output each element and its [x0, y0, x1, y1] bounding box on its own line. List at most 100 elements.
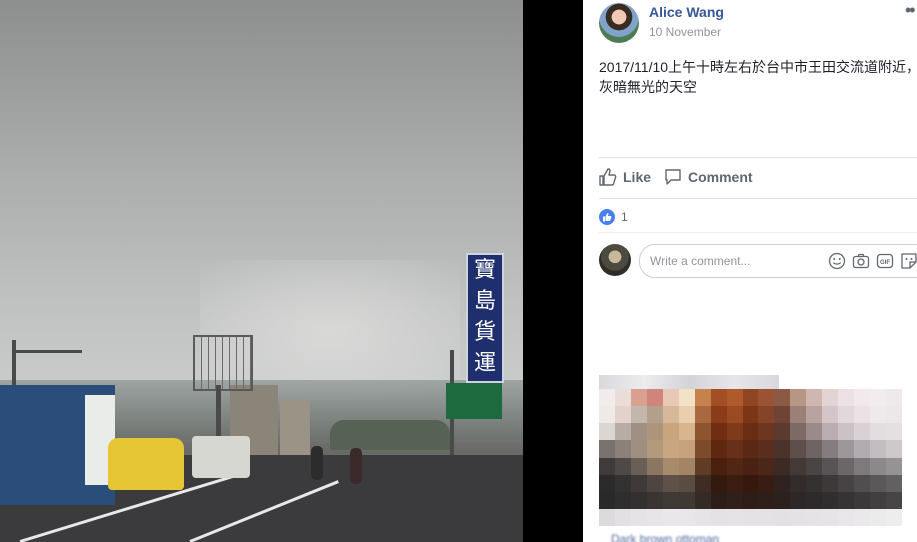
- more-dots-icon[interactable]: ••: [905, 0, 916, 21]
- mosaic-cell: [870, 423, 887, 441]
- mosaic-cell: [646, 457, 663, 475]
- mosaic-cell: [599, 389, 615, 407]
- mosaic-cell: [694, 457, 711, 475]
- mosaic-cell: [838, 440, 855, 458]
- mosaic-cell: [630, 508, 647, 526]
- mosaic-cell: [599, 508, 615, 526]
- mosaic-cell: [678, 423, 695, 441]
- mosaic-cell: [742, 440, 759, 458]
- mosaic-cell: [678, 508, 695, 526]
- like-reaction-icon: [599, 209, 615, 225]
- camera-icon[interactable]: [852, 252, 870, 270]
- white-pickup: [192, 436, 250, 478]
- mosaic-cell: [630, 389, 647, 407]
- svg-text:GIF: GIF: [880, 260, 890, 266]
- mosaic-cell: [726, 508, 743, 526]
- traffic-light-arm: [12, 350, 82, 353]
- sign-char-2: 島: [473, 289, 496, 314]
- scooter-rider-2: [350, 448, 362, 484]
- mosaic-cell: [838, 457, 855, 475]
- mosaic-cell: [742, 457, 759, 475]
- mosaic-cell: [614, 423, 631, 441]
- yellow-taxi: [108, 438, 184, 490]
- mosaic-cell: [710, 423, 727, 441]
- mosaic-cell: [886, 508, 902, 526]
- mosaic-cell: [758, 491, 775, 509]
- mosaic-cell: [790, 508, 807, 526]
- post-text: 2017/11/10上午十時左右於台中市王田交流道附近， 灰暗無光的天空: [599, 59, 917, 95]
- mosaic-cell: [726, 423, 743, 441]
- mosaic-cell: [886, 440, 902, 458]
- sticker-icon[interactable]: [900, 252, 917, 270]
- post-photo[interactable]: 寶 島 貨 運: [0, 0, 523, 542]
- freight-company-sign: 寶 島 貨 運: [466, 253, 504, 383]
- emoji-icon[interactable]: [828, 252, 846, 270]
- mosaic-cell: [630, 491, 647, 509]
- mosaic-cell: [694, 406, 711, 424]
- author-name[interactable]: Alice Wang: [649, 4, 724, 20]
- mosaic-cell: [710, 457, 727, 475]
- mosaic-cell: [774, 423, 791, 441]
- author-avatar[interactable]: [599, 3, 639, 43]
- mosaic-cell: [678, 389, 695, 407]
- mosaic-cell: [758, 508, 775, 526]
- mosaic-cell: [822, 457, 839, 475]
- mosaic-cell: [599, 457, 615, 475]
- mosaic-cell: [662, 474, 679, 492]
- mosaic-cell: [710, 491, 727, 509]
- mosaic-cell: [742, 389, 759, 407]
- mosaic-cell: [774, 491, 791, 509]
- mosaic-cell: [870, 389, 887, 407]
- suggested-caption[interactable]: Dark brown ottoman: [611, 532, 719, 542]
- thumbs-up-icon: [599, 168, 617, 186]
- mosaic-cell: [646, 389, 663, 407]
- comment-label: Comment: [688, 169, 753, 185]
- mosaic-cell: [726, 474, 743, 492]
- mosaic-cell: [630, 457, 647, 475]
- like-button[interactable]: Like: [599, 168, 651, 186]
- reaction-summary[interactable]: 1: [599, 209, 628, 225]
- gif-icon[interactable]: GIF: [876, 252, 894, 270]
- suggested-image-pixelated[interactable]: [599, 389, 902, 526]
- mosaic-cell: [742, 406, 759, 424]
- mosaic-cell: [630, 440, 647, 458]
- sign-char-1: 寶: [473, 258, 496, 283]
- mosaic-cell: [726, 457, 743, 475]
- mosaic-cell: [710, 406, 727, 424]
- mosaic-cell: [694, 508, 711, 526]
- mosaic-cell: [630, 423, 647, 441]
- mosaic-cell: [710, 389, 727, 407]
- mosaic-cell: [870, 457, 887, 475]
- mosaic-cell: [742, 423, 759, 441]
- post-date[interactable]: 10 November: [649, 25, 721, 39]
- mosaic-cell: [806, 406, 823, 424]
- mosaic-cell: [886, 423, 902, 441]
- mosaic-cell: [870, 491, 887, 509]
- mosaic-cell: [774, 389, 791, 407]
- mosaic-cell: [854, 491, 871, 509]
- mosaic-cell: [694, 491, 711, 509]
- mosaic-cell: [822, 440, 839, 458]
- mosaic-cell: [599, 406, 615, 424]
- sign-char-3: 貨: [473, 320, 496, 345]
- comment-button[interactable]: Comment: [664, 168, 753, 186]
- mosaic-cell: [790, 491, 807, 509]
- comment-input[interactable]: Write a comment... GIF: [639, 244, 917, 278]
- scooter-rider-1: [311, 446, 323, 480]
- mosaic-cell: [742, 491, 759, 509]
- mosaic-cell: [854, 440, 871, 458]
- mosaic-cell: [838, 508, 855, 526]
- sign-char-4: 運: [473, 351, 496, 376]
- comment-bubble-icon: [665, 169, 681, 185]
- mosaic-cell: [822, 389, 839, 407]
- mosaic-cell: [678, 474, 695, 492]
- mosaic-cell: [774, 474, 791, 492]
- mosaic-cell: [614, 389, 631, 407]
- mosaic-cell: [806, 474, 823, 492]
- mosaic-cell: [694, 423, 711, 441]
- mosaic-cell: [614, 508, 631, 526]
- mosaic-cell: [854, 457, 871, 475]
- mosaic-cell: [806, 389, 823, 407]
- mosaic-cell: [870, 508, 887, 526]
- mosaic-cell: [662, 457, 679, 475]
